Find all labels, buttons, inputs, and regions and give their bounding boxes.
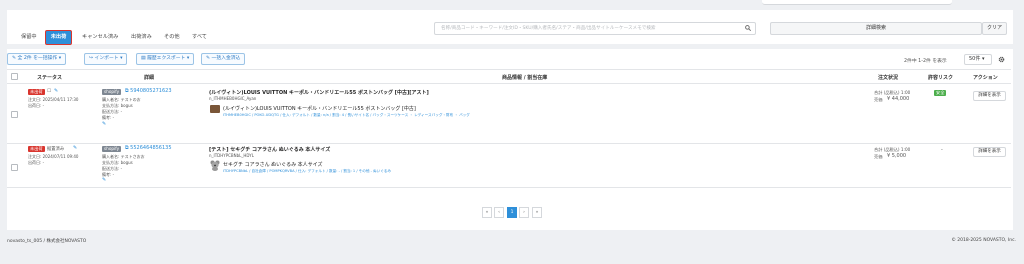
page-1[interactable]: 1 [507,207,517,218]
status-extra: 据置済み [47,147,65,152]
orders-card: ✎ 全 2件 を一括操作 ▾ ↪ インポート ▾ ▤ 履歴エクスポート ▾ ✎ … [7,49,1013,230]
pencil-icon[interactable]: ✎ [102,177,106,183]
koala-thumbnail [210,160,220,171]
top-overlay [762,0,952,5]
gear-icon[interactable] [998,56,1005,63]
col-product: 商品情報 / 割当在庫 [502,75,548,81]
product-title: [テスト] セキグチ コアラさん ぬいぐるみ 本人サイズ [209,147,331,153]
alloc-meta: ITHMHEB0HGIC / POKO-UDQTG / 仕入: デフォルト / … [223,113,470,117]
row-divider [7,187,1011,188]
price-sub: 売価 [874,97,883,102]
history-export-button[interactable]: ▤ 履歴エクスポート ▾ [136,53,195,65]
shop-badge: shopify [102,89,122,95]
bulk-register-button[interactable]: ✎ 一括入金済込 [201,53,246,65]
tab-shipped[interactable]: 出荷済み [131,31,152,44]
export-label: 履歴エクスポート [147,56,186,61]
tab-all[interactable]: すべて [192,31,207,44]
ship-date: 出荷日: - [28,160,45,165]
order-id: 5526464856135 [130,145,172,151]
per-page-value: 50件 [969,56,981,62]
external-link-icon: ⧉ [125,145,129,151]
status-badge: 未出荷 [28,146,45,152]
pencil-icon[interactable]: ✎ [102,121,106,127]
product-sku: n_ITDHYPCBNbL_HDYL [209,153,254,158]
search-icon[interactable] [745,25,752,32]
shop-badge: shopify [102,146,122,152]
ship-date: 出荷日: - [28,103,45,108]
per-page-select[interactable]: 50件 ▾ [964,54,992,65]
col-status: ステータス [37,75,63,81]
risk-badge: 安全 [934,90,947,96]
row-checkbox[interactable] [11,164,18,171]
alloc-title: セキグチ コアラさん ぬいぐるみ 本人サイズ [223,162,323,168]
bulk-register-label: 一括入金済込 [211,56,241,61]
tab-on-hold[interactable]: 保留中 [21,31,37,44]
import-button[interactable]: ↪ インポート ▾ [84,53,128,65]
bulk-action-button[interactable]: ✎ 全 2件 を一括操作 ▾ [7,53,67,65]
filter-card: 保留中 未出荷 キャンセル済み 出荷済み その他 すべて 名称/商品コード・キー… [7,10,1013,45]
row-divider [7,143,1011,144]
price: ¥ 5,000 [887,153,907,159]
view-detail-button[interactable]: 詳細を表示 [973,91,1006,101]
tab-cancelled[interactable]: キャンセル済み [82,31,118,44]
status-checkbox-icon[interactable]: ☐ [47,89,51,94]
col-order-status: 注文状況 [878,75,899,81]
advanced-search-button[interactable]: 詳細検索 [770,22,982,35]
order-id-link[interactable]: ⧉ 5940805271623 [125,88,172,94]
bulk-action-label: 全 2件 を一括操作 [17,56,58,61]
col-permit-risk: 許容リスク [928,75,954,81]
external-link-icon: ⧉ [125,88,129,94]
price: ¥ 44,000 [887,96,910,102]
tab-unshipped[interactable]: 未出荷 [45,30,72,45]
order-id: 5940805271623 [130,88,172,94]
page-last[interactable]: » [532,207,542,218]
result-count: 2件中 1-2件 を表示 [904,59,947,64]
order-id-link[interactable]: ⧉ 5526464856135 [125,145,172,151]
page-first[interactable]: « [482,207,492,218]
pencil-icon[interactable]: ✎ [54,88,58,94]
select-all-checkbox[interactable] [11,73,18,80]
bag-thumbnail [210,105,220,113]
risk-dash: - [941,147,943,153]
view-detail-button[interactable]: 詳細を表示 [973,147,1006,157]
col-action: アクション [973,75,998,81]
clear-button[interactable]: クリア [982,22,1007,35]
header-bottom-line [7,83,1011,84]
alloc-title: (ルイヴィトン)LOUIS VUITTON キーポル・バンドリエール55 ボスト… [223,106,416,112]
tab-other[interactable]: その他 [164,31,180,44]
alloc-meta: ITDHYPCBNbL / 自社倉庫 / POMPKQRVBA / 仕入: デフ… [223,169,391,173]
header-top-line [7,69,1011,70]
search-input[interactable]: 名称/商品コード・キーワード/注文ID・SKU/購入者氏名/ステア・商品/出品サ… [434,22,756,35]
product-sku: n_ITHMHEB0HGIC_Ayan [209,96,257,101]
footer-left: novasto_ts_005 / 株式会社NOVASTO [7,239,87,244]
page-next[interactable]: › [519,207,529,218]
import-label: インポート [94,56,119,61]
row-checkbox[interactable] [11,111,18,118]
product-title: (ルイヴィトン)LOUIS VUITTON キーポル・バンドリエール55 ボスト… [209,90,429,96]
col-detail: 詳細 [144,75,155,81]
page-prev[interactable]: ‹ [494,207,504,218]
pencil-icon[interactable]: ✎ [73,145,77,151]
status-badge: 未出荷 [28,89,45,95]
footer-right: © 2018-2025 NOVASTO, Inc. [951,238,1016,243]
price-sub: 売価 [874,154,883,159]
